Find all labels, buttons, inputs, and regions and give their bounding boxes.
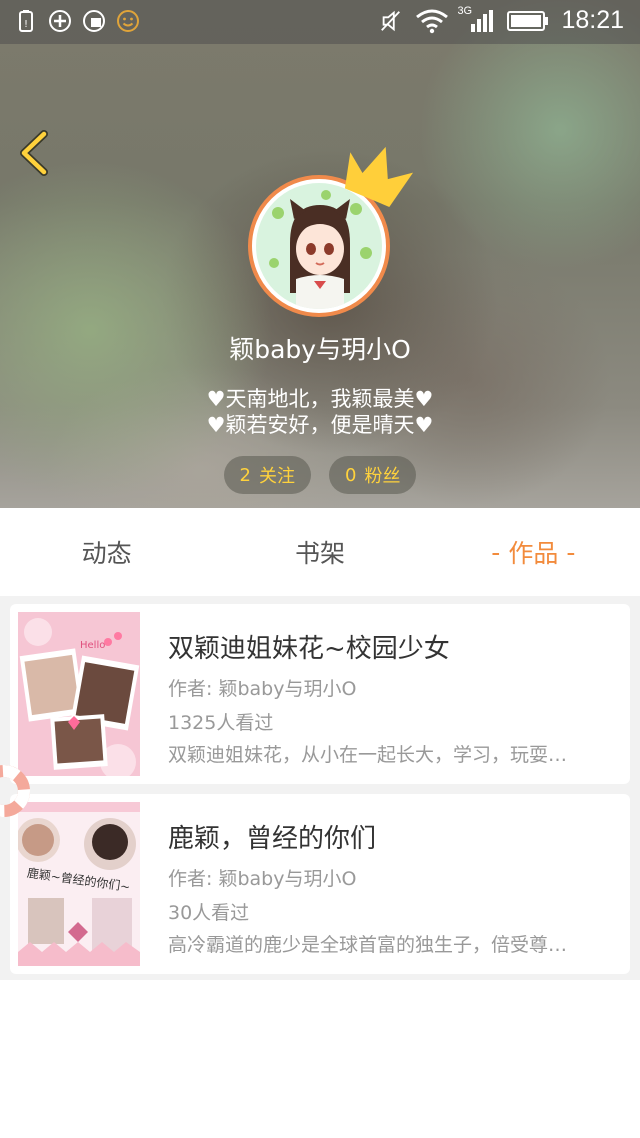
work-author: 作者: 颖baby与玥小O xyxy=(168,678,357,700)
bio: ♥天南地北，我颖最美♥ ♥颖若安好，便是晴天♥ xyxy=(0,386,640,438)
back-button[interactable] xyxy=(14,128,54,178)
list-item[interactable]: 鹿颖~曾经的你们~ 鹿颖，曾经的你们 作者: 颖baby与玥小O 30人看过 高… xyxy=(10,794,630,974)
lifebuoy-icon xyxy=(0,765,30,817)
work-author: 作者: 颖baby与玥小O xyxy=(168,868,357,890)
works-list: Hello 双颖迪姐妹花~校园少女 作者: 颖baby与玥小O 1325人看过 … xyxy=(0,596,640,980)
work-title: 鹿颖，曾经的你们 xyxy=(168,824,377,854)
tab-works-prefix: - xyxy=(491,537,501,567)
work-views: 30人看过 xyxy=(168,902,250,924)
username: 颖baby与玥小O xyxy=(229,335,411,364)
add-circle-icon xyxy=(48,9,72,33)
stats-row: 2 关注 0 粉丝 xyxy=(0,456,640,494)
status-bar: ! 3G 18:21 xyxy=(0,0,640,44)
sync-icon xyxy=(82,9,106,33)
work-title: 双颖迪姐妹花~校园少女 xyxy=(168,634,450,664)
bio-line-1: ♥天南地北，我颖最美♥ xyxy=(206,387,434,411)
list-item[interactable]: Hello 双颖迪姐妹花~校园少女 作者: 颖baby与玥小O 1325人看过 … xyxy=(10,604,630,784)
tab-works[interactable]: - 作品 - xyxy=(427,508,640,596)
signal-icon: 3G xyxy=(457,5,495,33)
tab-works-label: 作品 xyxy=(508,539,559,568)
crown-icon xyxy=(340,142,416,212)
following-label: 关注 xyxy=(259,466,295,487)
followers-label: 粉丝 xyxy=(364,466,401,487)
tab-bookshelf[interactable]: 书架 xyxy=(213,508,426,596)
battery-icon xyxy=(507,9,549,33)
bio-line-2: ♥颖若安好，便是晴天♥ xyxy=(206,413,434,437)
followers-button[interactable]: 0 粉丝 xyxy=(329,456,417,494)
profile-header: ! 3G 18:21 颖baby与玥小O ♥天南地北，我颖最美♥ ♥颖若安好，便… xyxy=(0,0,640,508)
tab-bookshelf-label: 书架 xyxy=(294,539,345,568)
work-views: 1325人看过 xyxy=(168,712,274,734)
battery-alert-icon: ! xyxy=(14,9,38,33)
following-count: 2 xyxy=(239,464,251,486)
floating-assistant-button[interactable] xyxy=(0,762,36,820)
svg-text:!: ! xyxy=(24,19,28,30)
followers-count: 0 xyxy=(345,464,357,486)
tab-works-suffix: - xyxy=(566,537,576,567)
network-type: 3G xyxy=(457,4,473,17)
tab-activity-label: 动态 xyxy=(81,539,132,568)
book-cover-text: Hello xyxy=(80,640,105,651)
chevron-left-icon xyxy=(20,130,48,176)
book-cover: Hello xyxy=(18,612,140,776)
emoji-icon xyxy=(116,9,140,33)
wifi-icon xyxy=(415,9,449,33)
tab-bar: 动态 书架 - 作品 - xyxy=(0,508,640,596)
work-description: 双颖迪姐妹花，从小在一起长大，学习，玩耍… xyxy=(168,744,568,766)
tab-activity[interactable]: 动态 xyxy=(0,508,213,596)
status-time: 18:21 xyxy=(561,6,624,34)
following-button[interactable]: 2 关注 xyxy=(223,456,311,494)
profile-page: ! 3G 18:21 颖baby与玥小O ♥天南地北，我颖最美♥ ♥颖若安好，便… xyxy=(0,0,640,1138)
mute-icon xyxy=(379,9,403,33)
work-description: 高冷霸道的鹿少是全球首富的独生子，倍受尊… xyxy=(168,934,568,956)
book-cover: 鹿颖~曾经的你们~ xyxy=(18,802,140,966)
